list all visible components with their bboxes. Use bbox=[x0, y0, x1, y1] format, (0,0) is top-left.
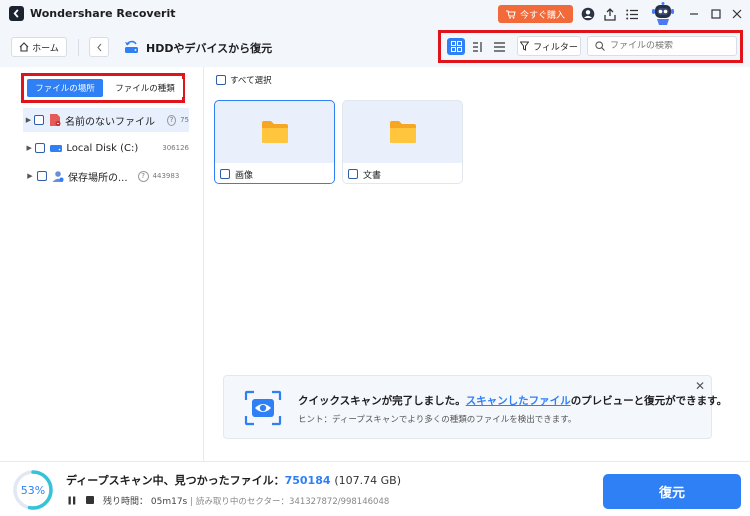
folder-checkbox[interactable] bbox=[220, 169, 230, 179]
user-location-icon bbox=[52, 170, 64, 182]
filter-icon bbox=[520, 41, 530, 51]
folder-label: 文書 bbox=[363, 170, 382, 181]
tree-item-local-disk[interactable]: ▶ Local Disk (C:) 306126 bbox=[23, 136, 189, 160]
tree-item-count: 443983 bbox=[152, 172, 180, 180]
expand-arrow-icon[interactable]: ▶ bbox=[23, 116, 34, 124]
folder-card-footer: 文書 bbox=[343, 163, 462, 183]
maximize-icon[interactable] bbox=[708, 5, 724, 23]
detail-view-button[interactable] bbox=[469, 38, 487, 55]
notice-title: クイックスキャンが完了しました。スキャンしたファイルのプレビューと復元ができます… bbox=[298, 393, 727, 408]
status-bar: 53% ディープスキャン中、見つかったファイル：750184 (107.74 G… bbox=[0, 461, 750, 516]
minimize-icon[interactable] bbox=[686, 5, 702, 23]
remaining-time-value: 05m17s bbox=[150, 497, 188, 507]
cart-icon bbox=[505, 10, 516, 19]
tab-file-location[interactable]: ファイルの場所 bbox=[27, 79, 103, 97]
folder-thumbnail bbox=[215, 101, 334, 163]
list-icon bbox=[493, 41, 505, 52]
expand-arrow-icon[interactable]: ▶ bbox=[23, 144, 35, 152]
grid-view-button[interactable] bbox=[447, 38, 465, 55]
tree-item-label: 名前のないファイル bbox=[65, 116, 155, 128]
tree-checkbox[interactable] bbox=[37, 171, 47, 181]
found-total-size: (107.74 GB) bbox=[334, 474, 401, 487]
folder-label: 画像 bbox=[235, 170, 254, 181]
account-icon[interactable] bbox=[580, 5, 596, 23]
filter-label: フィルター bbox=[533, 42, 578, 53]
tree-item-count: 75 bbox=[180, 116, 189, 124]
tree-item-unnamed-files[interactable]: ▶ 名前のないファイル ? 75 bbox=[23, 108, 189, 132]
folder-card-documents[interactable]: 文書 bbox=[342, 100, 463, 184]
list-view-button[interactable] bbox=[490, 38, 508, 55]
location-title: HDDやデバイスから復元 bbox=[146, 42, 273, 55]
menu-list-icon[interactable] bbox=[624, 5, 640, 23]
stop-icon[interactable] bbox=[85, 495, 95, 505]
tree-checkbox[interactable] bbox=[34, 115, 44, 125]
hdd-restore-icon bbox=[122, 38, 140, 56]
scan-complete-notice: クイックスキャンが完了しました。スキャンしたファイルのプレビューと復元ができます… bbox=[223, 375, 727, 439]
buy-now-button[interactable]: 今すぐ購入 bbox=[498, 5, 573, 23]
tree-item-count: 306126 bbox=[162, 144, 189, 152]
search-field[interactable] bbox=[587, 36, 737, 56]
tree-item-label: 保存場所の... bbox=[68, 172, 128, 184]
progress-ring: 53% bbox=[12, 469, 54, 511]
folder-checkbox[interactable] bbox=[348, 169, 358, 179]
folder-card-images[interactable]: 画像 bbox=[214, 100, 335, 184]
folder-card-footer: 画像 bbox=[215, 163, 334, 183]
home-icon bbox=[19, 42, 29, 52]
pause-icon[interactable] bbox=[67, 495, 77, 505]
notice-title-suffix: のプレビューと復元ができます。 bbox=[570, 395, 728, 407]
scan-status-detail: 残り時間： 05m17s | 読み取り中のセクター：341327872/9981… bbox=[103, 494, 389, 507]
unnamed-file-icon bbox=[49, 114, 61, 126]
scan-status-title: ディープスキャン中、見つかったファイル：750184 (107.74 GB) bbox=[66, 472, 401, 488]
detail-separator: | bbox=[190, 497, 194, 507]
found-file-count: 750184 bbox=[284, 474, 331, 487]
home-button[interactable]: ホーム bbox=[11, 37, 67, 57]
buy-now-label: 今すぐ購入 bbox=[519, 10, 565, 21]
preview-scan-icon bbox=[244, 390, 282, 426]
scanned-files-link[interactable]: スキャンしたファイル bbox=[466, 395, 571, 407]
tree-item-save-location[interactable]: ▶ 保存場所の... ? 443983 bbox=[23, 164, 189, 188]
remaining-time-label: 残り時間： bbox=[103, 497, 149, 507]
sector-progress: 読み取り中のセクター：341327872/998146048 bbox=[195, 497, 390, 507]
toolbar-divider bbox=[78, 39, 79, 56]
notice-hint: ヒント：ディープスキャンでより多くの種類のファイルを検出できます。 bbox=[298, 415, 577, 425]
app-logo-icon bbox=[9, 6, 24, 21]
close-icon[interactable]: ✕ bbox=[695, 379, 705, 393]
folder-icon bbox=[261, 121, 288, 143]
back-button[interactable] bbox=[89, 37, 109, 57]
title-bar: Wondershare Recoverit 今すぐ購入 bbox=[0, 0, 750, 28]
chevron-left-icon bbox=[96, 43, 101, 51]
home-label: ホーム bbox=[32, 43, 59, 54]
recover-button[interactable]: 復元 bbox=[603, 474, 741, 509]
search-icon bbox=[595, 41, 605, 51]
notice-title-prefix: クイックスキャンが完了しました。 bbox=[298, 395, 466, 407]
expand-arrow-icon[interactable]: ▶ bbox=[23, 172, 37, 180]
share-icon[interactable] bbox=[602, 5, 618, 23]
close-icon[interactable] bbox=[729, 5, 745, 23]
filter-button[interactable]: フィルター bbox=[517, 36, 581, 56]
tree-item-label: Local Disk (C:) bbox=[66, 142, 139, 154]
select-all[interactable]: すべて選択 bbox=[216, 74, 272, 86]
app-title: Wondershare Recoverit bbox=[30, 7, 176, 20]
tab-file-type[interactable]: ファイルの種類 bbox=[107, 79, 183, 97]
disk-icon bbox=[50, 142, 63, 154]
tree-checkbox[interactable] bbox=[35, 143, 46, 153]
scan-status-prefix: ディープスキャン中、見つかったファイル： bbox=[66, 474, 285, 487]
grid-icon bbox=[450, 41, 462, 52]
help-icon[interactable]: ? bbox=[167, 114, 177, 126]
select-all-checkbox[interactable] bbox=[216, 75, 226, 85]
folder-icon bbox=[389, 121, 416, 143]
select-all-label: すべて選択 bbox=[230, 76, 272, 86]
detail-list-icon bbox=[472, 41, 482, 52]
progress-percent: 53% bbox=[21, 484, 45, 497]
folder-thumbnail bbox=[343, 101, 462, 163]
search-input[interactable] bbox=[610, 41, 730, 51]
assistant-robot-icon[interactable] bbox=[648, 1, 678, 27]
help-icon[interactable]: ? bbox=[137, 170, 149, 182]
